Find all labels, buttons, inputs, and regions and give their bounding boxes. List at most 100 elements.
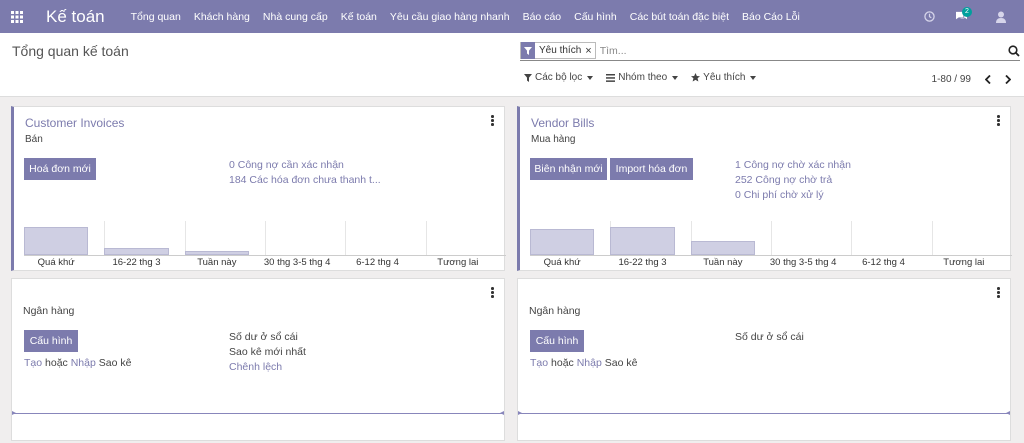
chevron-down-icon	[750, 75, 757, 80]
ledger-balance-label: Số dư ở sổ cái	[229, 331, 298, 343]
chart-bar[interactable]	[530, 229, 595, 255]
difference-link[interactable]: Chênh lệch	[229, 360, 306, 375]
configure-button[interactable]: Cấu hình	[24, 330, 78, 352]
import-bill-button[interactable]: Import hóa đơn	[610, 158, 693, 180]
control-panel: Tổng quan kế toán Yêu thích × Các bộ lọc…	[0, 33, 1024, 97]
menu-item-accounting[interactable]: Kế toán	[341, 11, 377, 23]
link-bills-to-pay[interactable]: 252 Công nợ chờ trả	[735, 173, 915, 188]
search-bar: Yêu thích ×	[520, 41, 1020, 61]
card-options-icon[interactable]	[491, 287, 494, 298]
vendor-bills-card: Vendor Bills Mua hàng Biên nhận mới Impo…	[517, 106, 1012, 271]
ledger-balance-label: Số dư ở sổ cái	[735, 331, 804, 343]
chart-tick-label: 6-12 thg 4	[862, 257, 905, 268]
card-options-icon[interactable]	[491, 115, 494, 126]
configure-button[interactable]: Cấu hình	[530, 330, 584, 352]
menu-item-reports[interactable]: Báo cáo	[523, 11, 562, 23]
user-menu-button[interactable]	[978, 0, 1024, 33]
new-invoice-button[interactable]: Hoá đơn mới	[24, 158, 96, 180]
menu-item-vendors[interactable]: Nhà cung cấp	[263, 11, 328, 23]
card-title[interactable]: Customer Invoices	[25, 116, 124, 130]
bank-journal-card: Ngân hàng Cấu hình Tạo hoặc Nhập Sao kê …	[11, 278, 505, 441]
search-button[interactable]	[1006, 44, 1020, 57]
group-by-dropdown[interactable]: Nhóm theo	[606, 72, 679, 83]
vendor-links: 1 Công nợ chờ xác nhận 252 Công nợ chờ t…	[735, 158, 915, 203]
import-statement-link[interactable]: Nhập	[577, 357, 602, 369]
messages-button[interactable]: 2	[944, 0, 978, 33]
chart-bar[interactable]	[104, 248, 169, 255]
menu-item-customers[interactable]: Khách hàng	[194, 11, 250, 23]
link-expenses-to-process[interactable]: 0 Chi phí chờ xử lý	[735, 188, 915, 203]
search-facet-favorites[interactable]: Yêu thích ×	[520, 42, 596, 59]
card-title[interactable]: Ngân hàng	[23, 305, 74, 317]
pager-next-button[interactable]	[1000, 72, 1016, 86]
pager: 1-80 / 99	[932, 72, 1016, 86]
chart-tick-label: Quá khứ	[37, 257, 75, 268]
chart-tick-label: Tương lai	[943, 257, 985, 268]
card-title[interactable]: Vendor Bills	[531, 116, 594, 130]
new-bill-button[interactable]: Biên nhận mới	[530, 158, 607, 180]
chart-tick-label: 16-22 thg 3	[112, 257, 161, 268]
pager-value[interactable]: 1-80 / 99	[932, 74, 971, 85]
bank-info: Số dư ở sổ cái	[735, 330, 804, 345]
create-or-import-statement: Tạo hoặc Nhập Sao kê	[24, 357, 131, 369]
page-title: Tổng quan kế toán	[12, 43, 129, 59]
card-options-icon[interactable]	[997, 115, 1000, 126]
statement-text: Sao kê	[604, 357, 638, 369]
chart-bar[interactable]	[690, 241, 755, 255]
activity-button[interactable]	[914, 0, 944, 33]
bank-graph-line	[518, 411, 1010, 415]
link-bills-to-confirm[interactable]: 1 Công nợ chờ xác nhận	[735, 158, 915, 173]
filters-dropdown[interactable]: Các bộ lọc	[524, 72, 594, 83]
messages-count-badge: 2	[962, 7, 972, 17]
user-avatar-icon	[996, 11, 1006, 23]
import-statement-link[interactable]: Nhập	[71, 357, 96, 369]
card-title[interactable]: Ngân hàng	[529, 305, 580, 317]
grid-icon	[11, 10, 23, 23]
chart-tick-label: 30 thg 3-5 thg 4	[769, 257, 837, 268]
filters-label: Các bộ lọc	[535, 72, 583, 83]
pager-previous-button[interactable]	[980, 72, 996, 86]
favorites-label: Yêu thích	[703, 72, 746, 83]
chart-bar[interactable]	[610, 227, 675, 255]
bank-info: Số dư ở sổ cái Sao kê mới nhất Chênh lệc…	[229, 330, 306, 375]
statement-text: Sao kê	[98, 357, 132, 369]
chart-gridline	[931, 221, 933, 255]
facet-remove-button[interactable]: ×	[585, 45, 594, 57]
chart-gridline	[425, 221, 427, 255]
menu-item-overview[interactable]: Tổng quan	[131, 11, 181, 23]
create-statement-link[interactable]: Tạo	[24, 357, 42, 369]
create-or-import-statement: Tạo hoặc Nhập Sao kê	[530, 357, 637, 369]
card-options-icon[interactable]	[997, 287, 1000, 298]
or-text: hoặc	[45, 357, 68, 369]
card-subtitle: Mua hàng	[531, 134, 576, 145]
latest-statement-label: Sao kê mới nhất	[229, 346, 306, 358]
menu-item-configuration[interactable]: Cấu hình	[574, 11, 617, 23]
apps-menu-button[interactable]	[0, 0, 34, 33]
customer-invoices-card: Customer Invoices Bán Hoá đơn mới 0 Công…	[11, 106, 506, 271]
create-statement-link[interactable]: Tạo	[530, 357, 548, 369]
app-brand[interactable]: Kế toán	[46, 7, 105, 27]
favorites-dropdown[interactable]: Yêu thích	[691, 72, 757, 83]
chevron-right-icon	[1005, 74, 1011, 84]
chart-tick-label: Tuần này	[197, 257, 237, 268]
chart-tick-label: 30 thg 3-5 thg 4	[263, 257, 331, 268]
link-to-confirm[interactable]: 0 Công nợ cần xác nhận	[229, 158, 389, 173]
search-input[interactable]	[599, 44, 1006, 57]
link-unpaid-invoices[interactable]: 184 Các hóa đơn chưa thanh t...	[229, 173, 389, 188]
chart-baseline	[24, 255, 506, 256]
chart-tick-label: Quá khứ	[543, 257, 581, 268]
chart-gridline	[345, 221, 347, 255]
menu-item-special-entries[interactable]: Các bút toán đặc biệt	[630, 11, 729, 23]
filter-icon	[524, 73, 532, 82]
chart-bar[interactable]	[24, 227, 89, 255]
filter-icon	[521, 42, 535, 59]
search-options: Các bộ lọc Nhóm theo Yêu thích	[524, 72, 769, 83]
customer-links: 0 Công nợ cần xác nhận 184 Các hóa đơn c…	[229, 158, 389, 188]
main-menu: Tổng quan Khách hàng Nhà cung cấp Kế toá…	[131, 0, 813, 33]
chart-tick-label: Tương lai	[437, 257, 479, 268]
systray: 2	[914, 0, 1024, 33]
chevron-down-icon	[672, 75, 679, 80]
menu-item-error-report[interactable]: Báo Cáo Lỗi	[742, 11, 800, 23]
menu-item-fast-delivery[interactable]: Yêu cầu giao hàng nhanh	[390, 11, 510, 23]
chart-gridline	[851, 221, 853, 255]
